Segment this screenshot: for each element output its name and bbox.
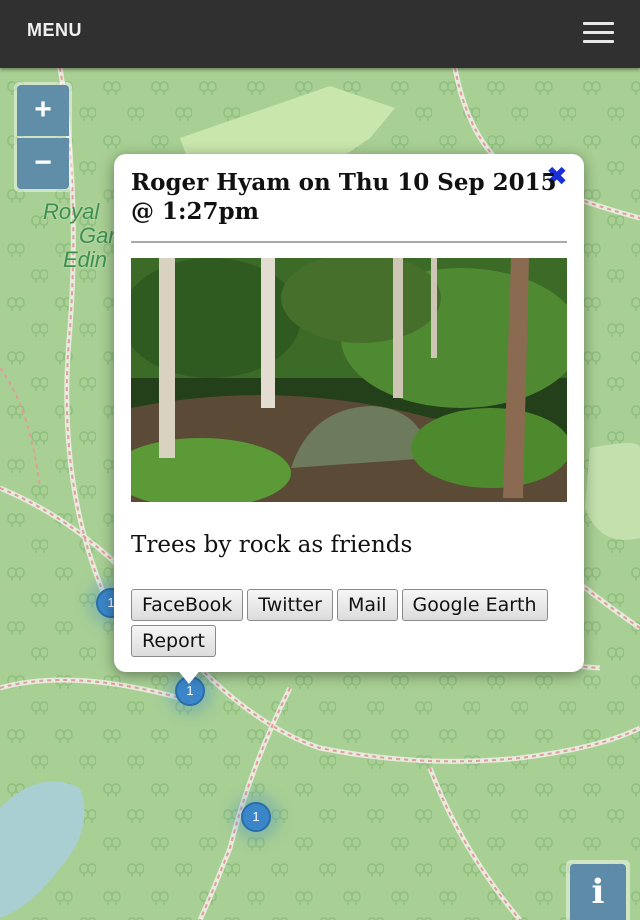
popup-title: Roger Hyam on Thu 10 Sep 2015 @ 1:27pm	[131, 169, 557, 225]
google-earth-button[interactable]: Google Earth	[401, 589, 548, 621]
info-button[interactable]: i	[570, 864, 626, 920]
menu-label[interactable]: MENU	[27, 20, 82, 41]
photo-popup: ✖ Roger Hyam on Thu 10 Sep 2015 @ 1:27pm…	[114, 154, 584, 672]
popup-photo[interactable]	[131, 258, 567, 502]
share-buttons: FaceBook Twitter Mail Google Earth Report	[131, 589, 581, 661]
zoom-out-button[interactable]: −	[17, 138, 69, 189]
popup-caption: Trees by rock as friends	[131, 532, 413, 558]
top-bar: MENU	[0, 0, 640, 68]
report-button[interactable]: Report	[131, 625, 216, 657]
mail-button[interactable]: Mail	[336, 589, 398, 621]
hamburger-icon[interactable]	[580, 18, 616, 48]
info-control: i	[566, 860, 630, 920]
zoom-control: + −	[14, 82, 72, 192]
garden-label: Royal Gar Edin	[43, 199, 116, 272]
popup-tip	[176, 668, 202, 684]
twitter-button[interactable]: Twitter	[247, 589, 333, 621]
zoom-in-button[interactable]: +	[17, 85, 69, 136]
divider	[131, 241, 567, 243]
facebook-button[interactable]: FaceBook	[131, 589, 244, 621]
marker-cluster[interactable]: 1	[241, 802, 271, 832]
